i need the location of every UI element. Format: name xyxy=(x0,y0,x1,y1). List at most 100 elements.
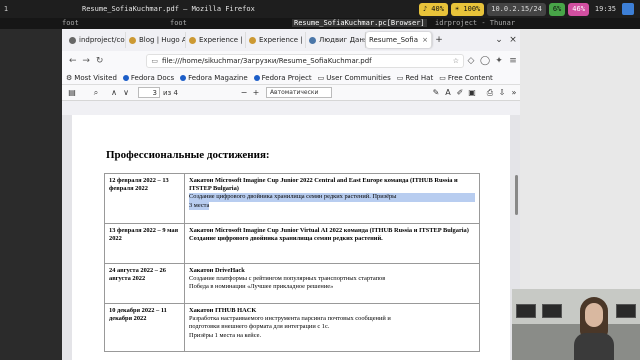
folder-icon: ▭ xyxy=(317,73,325,82)
tab-strip: indproject/con Blog | Hugo Ac Experience… xyxy=(62,29,520,51)
more-tools-icon[interactable]: » xyxy=(508,88,520,98)
close-window-icon[interactable]: × xyxy=(506,35,520,45)
tab-resume[interactable]: Resume_Sofia × xyxy=(366,32,432,48)
row-title: Хакатон DriveHack xyxy=(189,267,245,274)
bookmark-label: Fedora Project xyxy=(261,73,312,82)
taskbar-item-foot-2[interactable]: foot xyxy=(170,19,187,27)
taskbar-item-foot[interactable]: foot xyxy=(62,19,79,27)
taskbar-item-thunar[interactable]: idrproject - Thunar xyxy=(435,19,515,27)
row-title: Хакатон ITHUB HACK xyxy=(189,307,257,314)
row-content: Хакатон Microsoft Imagine Cup Junior 202… xyxy=(184,173,480,224)
fedora-icon xyxy=(122,74,129,81)
scrollbar-thumb[interactable] xyxy=(515,175,518,215)
table-row: 24 августа 2022 – 26 августа 2022 Хакато… xyxy=(104,263,480,304)
zoom-select[interactable]: Автоматически xyxy=(265,87,332,98)
bookmark-most-visited[interactable]: ⚙ Most Visited xyxy=(66,74,117,82)
url-text: file:///home/sikuchmar/Загрузки/Resume_S… xyxy=(162,57,372,65)
tray-icon[interactable] xyxy=(622,3,634,15)
row-line: Разработка настраиваемого инструмента па… xyxy=(189,315,391,323)
row-date: 24 августа 2022 – 26 августа 2022 xyxy=(104,263,185,304)
network-indicator[interactable]: 10.0.2.15/24 xyxy=(487,2,546,16)
search-icon[interactable]: ⌕ xyxy=(90,88,102,98)
tab-label: Blog | Hugo Ac xyxy=(139,36,186,44)
highlight-icon[interactable]: ✎ xyxy=(430,88,442,98)
taskbar: foot foot Resume_SofiaKuchmar.pc[Browser… xyxy=(0,18,640,29)
url-bar[interactable]: ▭ file:///home/sikuchmar/Загрузки/Resume… xyxy=(146,54,465,68)
brightness-indicator[interactable]: ☀ 100% xyxy=(450,2,485,16)
volume-indicator[interactable]: ♪ 40% xyxy=(418,2,448,16)
bookmark-fedora-project[interactable]: Fedora Project xyxy=(253,73,312,82)
taskbar-item-browser[interactable]: Resume_SofiaKuchmar.pc[Browser] xyxy=(292,19,427,27)
row-line: Победа в номинации «Лучшее прикладное ре… xyxy=(189,283,334,291)
github-icon xyxy=(69,36,76,44)
bookmark-label: Fedora Magazine xyxy=(188,73,248,82)
row-line: Создание цифрового двойника хранилища се… xyxy=(189,193,475,202)
bookmark-label: Most Visited xyxy=(74,73,117,82)
row-date: 13 февраля 2022 – 9 мая 2022 xyxy=(104,223,185,264)
face-shape xyxy=(585,303,603,327)
bookmark-red-hat[interactable]: ▭ Red Hat xyxy=(397,74,433,82)
image-icon[interactable]: ▣ xyxy=(466,88,478,98)
bookmark-star-icon[interactable]: ☆ xyxy=(453,57,459,65)
system-bar: 1 Resume_SofiaKuchmar.pdf — Mozilla Fire… xyxy=(0,0,640,18)
row-content: Хакатон Microsoft Imagine Cup Junior Vir… xyxy=(184,223,480,264)
window-title: Resume_SofiaKuchmar.pdf — Mozilla Firefo… xyxy=(82,5,255,13)
pdf-viewer[interactable]: Профессиональные достижения: 12 февраля … xyxy=(62,115,520,360)
tab-experience[interactable]: Experience | H xyxy=(186,32,246,48)
text-icon[interactable]: A xyxy=(442,88,454,98)
bookmark-free-content[interactable]: ▭ Free Content xyxy=(439,74,493,82)
hugo-icon xyxy=(129,36,136,44)
reload-icon[interactable]: ↻ xyxy=(93,56,106,66)
menu-icon[interactable]: ≡ xyxy=(506,56,520,66)
account-icon[interactable]: ◯ xyxy=(478,56,492,66)
folder-icon: ▭ xyxy=(439,73,446,82)
table-row: 12 февраля 2022 – 13 февраля 2022 Хакато… xyxy=(104,173,480,224)
bookmarks-bar: ⚙ Most Visited Fedora Docs Fedora Magazin… xyxy=(62,71,520,85)
cpu-indicator[interactable]: 6% xyxy=(548,2,566,16)
bookmark-fedora-magazine[interactable]: Fedora Magazine xyxy=(180,74,248,82)
tab-ludvig[interactable]: Людвиг Даня xyxy=(306,32,366,48)
sidebar-toggle-icon[interactable]: ▤ xyxy=(66,88,78,97)
page-number-input[interactable]: 3 xyxy=(138,87,160,98)
brightness-value: 100% xyxy=(463,4,481,13)
pdf-page: Профессиональные достижения: 12 февраля … xyxy=(72,115,510,360)
row-line: Создание цифрового двойника хранилища се… xyxy=(189,235,383,243)
body-shape xyxy=(574,333,614,360)
draw-icon[interactable]: ✐ xyxy=(454,88,466,98)
fedora-icon xyxy=(253,74,260,81)
tab-label: Resume_Sofia xyxy=(369,36,418,44)
save-icon[interactable]: ⇩ xyxy=(496,88,508,98)
bookmark-user-communities[interactable]: ▭ User Communities xyxy=(318,74,391,82)
page-up-icon[interactable]: ∧ xyxy=(108,88,120,97)
zoom-in-icon[interactable]: + xyxy=(250,88,262,97)
workspace-indicator[interactable]: 1 xyxy=(0,5,12,13)
volume-value: 40% xyxy=(431,4,444,13)
tab-indproject[interactable]: indproject/con xyxy=(66,32,126,48)
clock: 19:35 xyxy=(594,5,616,13)
forward-icon[interactable]: → xyxy=(79,56,92,66)
page-down-icon[interactable]: ∨ xyxy=(120,88,132,97)
print-icon[interactable]: ⎙ xyxy=(484,88,496,98)
bookmark-fedora-docs[interactable]: Fedora Docs xyxy=(122,73,175,82)
gear-icon: ⚙ xyxy=(66,73,73,82)
row-title: Хакатон Microsoft Imagine Cup Junior 202… xyxy=(189,177,458,193)
tab-label: Experience | H xyxy=(259,36,306,44)
tab-experience-2[interactable]: Experience | H xyxy=(246,32,306,48)
bookmark-label: Fedora Docs xyxy=(130,73,175,82)
close-tab-icon[interactable]: × xyxy=(422,36,428,44)
file-icon: ▭ xyxy=(151,57,159,65)
battery-indicator[interactable]: 46% xyxy=(568,2,589,16)
bookmark-label: Red Hat xyxy=(405,73,434,82)
zoom-out-icon[interactable]: − xyxy=(238,88,250,97)
table-row: 13 февраля 2022 – 9 мая 2022 Хакатон Mic… xyxy=(104,223,480,264)
row-line: подготовки внешнего формата для интеграц… xyxy=(189,323,330,331)
extensions-icon[interactable]: ✦ xyxy=(492,56,506,66)
tab-blog[interactable]: Blog | Hugo Ac xyxy=(126,32,186,48)
list-tabs-icon[interactable]: ⌄ xyxy=(492,35,506,45)
new-tab-icon[interactable]: + xyxy=(432,35,446,45)
row-content: Хакатон ITHUB HACK Разработка настраивае… xyxy=(184,303,480,352)
pocket-icon[interactable]: ◇ xyxy=(464,56,478,66)
row-content: Хакатон DriveHack Создание платформы с р… xyxy=(184,263,480,304)
row-date: 12 февраля 2022 – 13 февраля 2022 xyxy=(104,173,185,224)
back-icon[interactable]: ← xyxy=(66,56,79,66)
